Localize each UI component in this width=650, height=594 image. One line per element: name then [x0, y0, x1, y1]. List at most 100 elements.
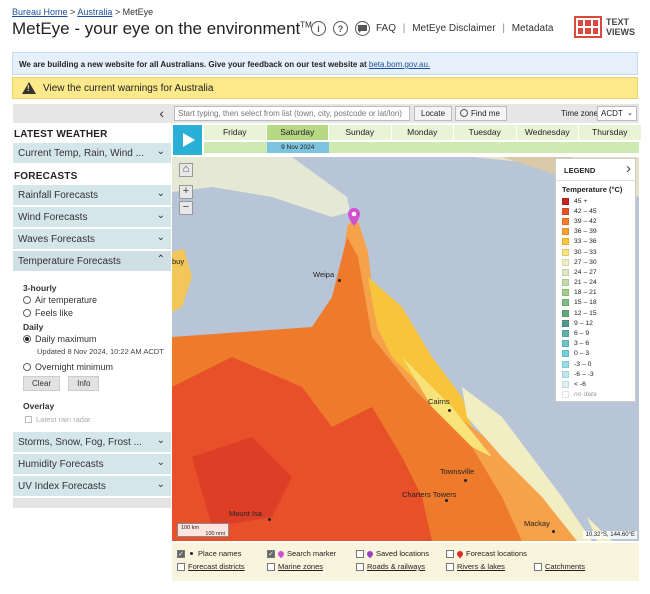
legend-row: 3 – 6: [556, 339, 635, 349]
warnings-link[interactable]: View the current warnings for Australia: [43, 83, 213, 94]
checkbox[interactable]: [25, 416, 32, 423]
help-icon[interactable]: ?: [333, 21, 348, 36]
clear-button[interactable]: Clear: [23, 376, 61, 391]
sidebar-item-wind[interactable]: Wind Forecasts ⌄: [13, 207, 171, 227]
chevron-down-icon: ⌄: [156, 146, 165, 157]
disclaimer-link[interactable]: MetEye Disclaimer: [412, 23, 495, 34]
town-dot: [268, 518, 271, 521]
town-label-charters-towers[interactable]: Charters Towers: [402, 490, 456, 499]
play-icon[interactable]: [173, 125, 202, 155]
checkbox[interactable]: [177, 562, 185, 571]
layer-toggles: ✓ Place names ✓ Search marker Saved loca…: [172, 543, 639, 581]
radio-button[interactable]: [23, 309, 31, 317]
legend-row: 45 +: [556, 196, 635, 206]
legend-row: no data: [556, 390, 635, 400]
legend-label: 18 – 21: [574, 289, 597, 297]
town-label-cairns[interactable]: Cairns: [428, 397, 450, 406]
info-button[interactable]: Info: [68, 376, 100, 391]
checkbox[interactable]: ✓: [177, 549, 185, 558]
crosshair-icon: [460, 109, 468, 117]
town-label-mount-isa[interactable]: Mount Isa: [229, 509, 262, 518]
header-links: FAQ | MetEye Disclaimer | Metadata: [376, 23, 553, 34]
legend-label: -6 – -3: [574, 370, 594, 378]
town-dot: [338, 279, 341, 282]
find-me-button[interactable]: Find me: [455, 106, 507, 121]
sidebar-item-temperature[interactable]: Temperature Forecasts ⌃: [13, 251, 171, 271]
text-views-label: TEXT VIEWS: [606, 17, 636, 37]
cursor-coordinates: 10.32°S, 144.60°E: [583, 531, 637, 539]
brand-tagline: your eye on the environment: [84, 19, 301, 38]
radio-button[interactable]: [23, 296, 31, 304]
town-label-weipa[interactable]: Weipa: [313, 270, 334, 279]
tab-wednesday[interactable]: Wednesday: [516, 125, 579, 140]
daily-maximum-option[interactable]: Daily maximum: [23, 334, 167, 344]
beta-link[interactable]: beta.bom.gov.au.: [369, 60, 430, 69]
tab-thursday[interactable]: Thursday: [579, 125, 642, 140]
search-marker-toggle[interactable]: ✓ Search marker: [267, 549, 336, 558]
forecast-districts-toggle[interactable]: Forecast districts: [177, 562, 245, 571]
catchments-toggle[interactable]: Catchments: [534, 562, 585, 571]
tab-sunday[interactable]: Sunday: [329, 125, 392, 140]
time-slots[interactable]: 9 Nov 2024: [204, 142, 639, 153]
sidebar-item-humidity[interactable]: Humidity Forecasts ⌄: [13, 454, 171, 474]
faq-link[interactable]: FAQ: [376, 23, 396, 34]
legend-row: 33 – 36: [556, 237, 635, 247]
checkbox[interactable]: [267, 562, 275, 571]
text-views-button[interactable]: TEXT VIEWS: [574, 16, 635, 38]
town-label-townsville[interactable]: Townsville: [440, 467, 474, 476]
chevron-right-icon[interactable]: ›: [626, 160, 631, 177]
metadata-link[interactable]: Metadata: [512, 23, 554, 34]
legend-row: 27 – 30: [556, 257, 635, 267]
checkbox[interactable]: [356, 562, 364, 571]
scale-nmi: 100 nmi: [205, 531, 225, 537]
tab-monday[interactable]: Monday: [391, 125, 454, 140]
legend-label: 36 – 39: [574, 228, 597, 236]
legend-label: 21 – 24: [574, 279, 597, 287]
checkbox[interactable]: [446, 562, 454, 571]
rain-radar-option[interactable]: Latest rain radar: [25, 415, 167, 424]
warnings-bar[interactable]: View the current warnings for Australia: [12, 77, 638, 99]
feedback-icon[interactable]: [355, 21, 370, 36]
legend-header[interactable]: LEGEND ›: [556, 159, 635, 181]
saved-locations-toggle[interactable]: Saved locations: [356, 549, 429, 558]
locate-button[interactable]: Locate: [414, 106, 453, 121]
location-search-input[interactable]: [174, 106, 410, 121]
tab-saturday[interactable]: Saturday: [266, 125, 329, 140]
checkbox[interactable]: ✓: [267, 549, 275, 558]
checkbox[interactable]: [356, 549, 364, 558]
checkbox[interactable]: [534, 562, 542, 571]
tab-tuesday[interactable]: Tuesday: [454, 125, 517, 140]
breadcrumb-australia-link[interactable]: Australia: [77, 7, 112, 17]
forecast-locations-toggle[interactable]: Forecast locations: [446, 549, 527, 558]
sidebar-item-rainfall[interactable]: Rainfall Forecasts ⌄: [13, 185, 171, 205]
marine-zones-toggle[interactable]: Marine zones: [267, 562, 323, 571]
breadcrumb-home-link[interactable]: Bureau Home: [12, 7, 68, 17]
town-label-mackay[interactable]: Mackay: [524, 519, 550, 528]
legend-row: 21 – 24: [556, 278, 635, 288]
zoom-out-button[interactable]: −: [179, 201, 193, 215]
chevron-up-icon: ⌃: [156, 254, 165, 265]
home-icon[interactable]: ⌂: [179, 163, 193, 177]
rivers-lakes-toggle[interactable]: Rivers & lakes: [446, 562, 505, 571]
timezone-select[interactable]: ACDT ⌄: [597, 106, 637, 121]
legend-row: -3 – 0: [556, 359, 635, 369]
sidebar-item-waves[interactable]: Waves Forecasts ⌄: [13, 229, 171, 249]
zoom-in-button[interactable]: +: [179, 185, 193, 199]
feels-like-option[interactable]: Feels like: [23, 308, 167, 318]
notice-text: We are building a new website for all Au…: [19, 60, 367, 69]
radio-button[interactable]: [23, 363, 31, 371]
tab-friday[interactable]: Friday: [204, 125, 267, 140]
sidebar-collapse-bar[interactable]: ‹: [13, 104, 171, 123]
sidebar-item-uv-index[interactable]: UV Index Forecasts ⌄: [13, 476, 171, 496]
search-marker-icon[interactable]: [348, 208, 360, 226]
info-icon[interactable]: i: [311, 21, 326, 36]
radio-button[interactable]: [23, 335, 31, 343]
air-temperature-option[interactable]: Air temperature: [23, 295, 167, 305]
checkbox[interactable]: [446, 549, 454, 558]
place-names-toggle[interactable]: ✓ Place names: [177, 549, 241, 558]
roads-railways-toggle[interactable]: Roads & railways: [356, 562, 425, 571]
overnight-minimum-option[interactable]: Overnight minimum: [23, 362, 167, 372]
sidebar-item-storms[interactable]: Storms, Snow, Fog, Frost ... ⌄: [13, 432, 171, 452]
chevron-left-icon[interactable]: ‹: [159, 105, 164, 121]
sidebar-item-current-conditions[interactable]: Current Temp, Rain, Wind ... ⌄: [13, 143, 171, 163]
